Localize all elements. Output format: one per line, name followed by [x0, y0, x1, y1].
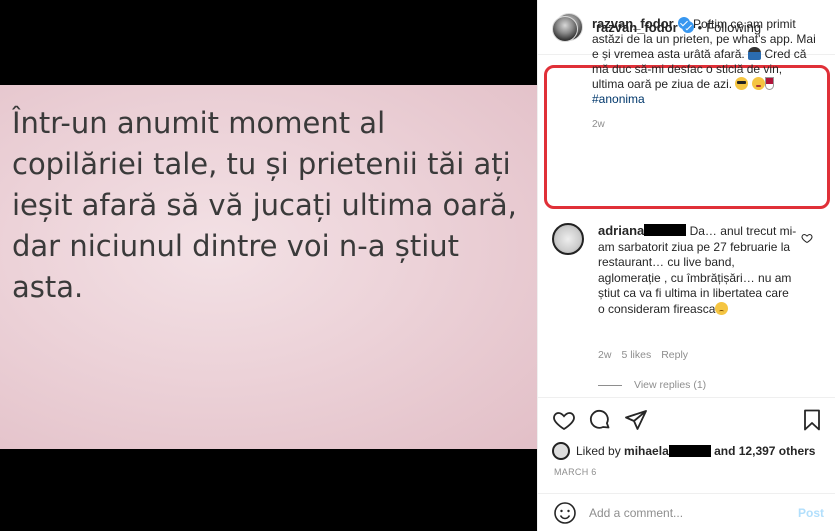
post-image[interactable]: Într-un anumit moment al copilăriei tale… [0, 85, 537, 449]
post-caption: razvan_fodor Poftim ce am primit astăzi … [552, 16, 822, 132]
post-comment-button[interactable]: Post [798, 506, 824, 520]
post-image-text: Într-un anumit moment al copilăriei tale… [12, 106, 517, 304]
emoji-smiley-icon[interactable] [553, 501, 577, 525]
likes-summary: Liked by mihaela and 12,397 others [552, 442, 815, 460]
like-heart-icon[interactable] [552, 408, 576, 432]
winking-face-emoji-icon [751, 77, 765, 90]
caption-author-avatar[interactable] [552, 16, 578, 42]
caption-username[interactable]: razvan_fodor [592, 16, 674, 31]
comment-body: adriana Da… anul trecut mi-am sarbatorit… [598, 223, 798, 317]
redacted-name-block [668, 445, 711, 457]
comment-meta: 2w 5 likes Reply [598, 349, 688, 361]
add-comment-input[interactable] [589, 505, 779, 520]
add-comment-bar: Post [538, 493, 835, 531]
action-icons [552, 408, 648, 432]
verified-badge-icon [677, 17, 690, 29]
post-media[interactable]: Într-un anumit moment al copilăriei tale… [0, 0, 537, 531]
caption-age: 2w [592, 119, 605, 130]
person-emoji-icon [748, 47, 762, 60]
view-replies-label: View replies (1) [634, 379, 707, 391]
commenter-username[interactable]: adriana [598, 223, 644, 238]
likes-count[interactable]: and 12,397 others [714, 444, 815, 458]
wine-glass-emoji-icon [764, 77, 774, 90]
comment-bubble-icon[interactable] [588, 408, 612, 432]
liker-avatar[interactable] [552, 442, 570, 460]
save-bookmark-icon[interactable] [800, 408, 824, 432]
like-comment-heart-icon[interactable] [801, 232, 813, 244]
share-paper-plane-icon[interactable] [624, 408, 648, 432]
sad-face-emoji-icon [715, 301, 729, 315]
redacted-name-block [644, 224, 687, 236]
likes-prefix: Liked by [576, 444, 621, 458]
caption-body: razvan_fodor Poftim ce am primit astăzi … [592, 16, 817, 132]
view-replies-line [598, 384, 622, 386]
post-date: MARCH 6 [554, 467, 597, 477]
comment-age: 2w [598, 349, 612, 361]
sunglasses-emoji-icon [735, 77, 749, 90]
comment-likes[interactable]: 5 likes [621, 349, 651, 361]
post-side-panel: razvan_fodor • Following razvan_fodor Po… [537, 0, 835, 531]
caption-hashtag[interactable]: #anonima [592, 92, 645, 106]
reply-button[interactable]: Reply [661, 349, 688, 361]
view-replies-button[interactable]: View replies (1) [598, 379, 706, 391]
commenter-avatar[interactable] [552, 223, 584, 255]
comment-item: adriana Da… anul trecut mi-am sarbatorit… [552, 223, 832, 317]
liker-username[interactable]: mihaela [624, 444, 669, 458]
